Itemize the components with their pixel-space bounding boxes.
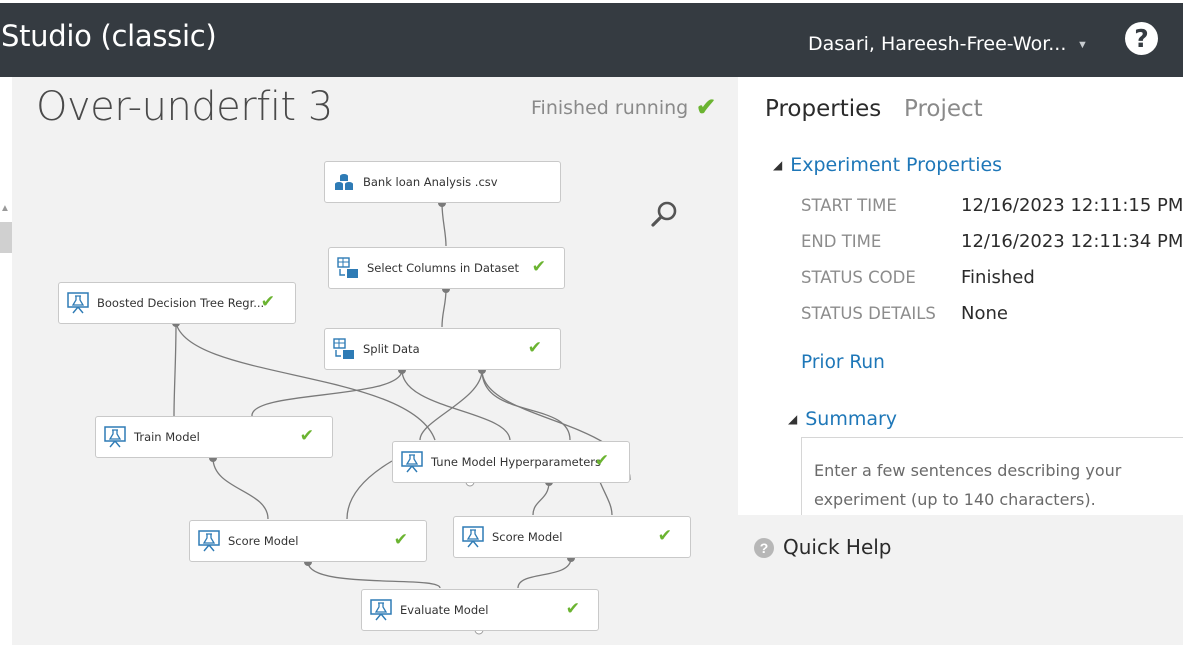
module-label: Train Model: [134, 430, 200, 444]
module-evaluate-model[interactable]: Evaluate Model ✔: [361, 589, 599, 631]
experiment-title[interactable]: Over-underfit 3: [36, 84, 333, 130]
left-palette-strip: [0, 77, 12, 645]
section-experiment-properties[interactable]: ◢ Experiment Properties: [773, 154, 1002, 176]
module-label: Score Model: [492, 530, 563, 544]
dataset-icon: [335, 174, 353, 190]
check-icon: ✔: [696, 94, 717, 121]
collapse-triangle-icon: ◢: [788, 412, 798, 426]
flask-icon: [401, 451, 423, 473]
module-split-data[interactable]: Split Data ✔: [324, 328, 561, 370]
section-summary[interactable]: ◢ Summary: [788, 408, 897, 430]
module-label: Boosted Decision Tree Regr...: [97, 296, 265, 310]
summary-textarea[interactable]: Enter a few sentences describing your ex…: [801, 437, 1183, 527]
quick-help-label[interactable]: Quick Help: [783, 535, 892, 559]
check-icon: ✔: [527, 338, 542, 358]
module-label: Evaluate Model: [400, 603, 489, 617]
prop-key-status-details: STATUS DETAILS: [801, 304, 936, 323]
check-icon: ✔: [531, 257, 546, 277]
section-title: Summary: [805, 408, 898, 430]
module-boosted-decision-tree[interactable]: Boosted Decision Tree Regr... ✔: [58, 282, 296, 324]
flask-icon: [198, 530, 220, 552]
module-label: Select Columns in Dataset: [367, 261, 519, 275]
check-icon: ✔: [299, 426, 314, 446]
collapse-triangle-icon: ◢: [773, 158, 783, 172]
module-score-model-left[interactable]: Score Model ✔: [189, 520, 427, 562]
prop-value-start-time: 12/16/2023 12:11:15 PM: [961, 195, 1183, 216]
prop-value-end-time: 12/16/2023 12:11:34 PM: [961, 231, 1183, 252]
module-score-model-right[interactable]: Score Model ✔: [453, 516, 691, 558]
check-icon: ✔: [393, 530, 408, 550]
prop-key-start-time: START TIME: [801, 196, 897, 215]
prop-key-end-time: END TIME: [801, 232, 882, 251]
prop-value-status-code: Finished: [961, 267, 1035, 288]
tab-properties[interactable]: Properties: [765, 96, 881, 122]
workspace-selector[interactable]: Dasari, Hareesh-Free-Wor...: [808, 33, 1066, 55]
module-label: Score Model: [228, 534, 299, 548]
module-bank-loan-dataset[interactable]: Bank loan Analysis .csv: [324, 161, 561, 203]
check-icon: ✔: [594, 451, 609, 471]
palette-scroll-handle[interactable]: [0, 222, 12, 253]
tab-project[interactable]: Project: [904, 96, 983, 122]
help-circle-icon: ?: [754, 538, 774, 558]
module-train-model[interactable]: Train Model ✔: [95, 416, 333, 458]
flask-icon: [67, 292, 89, 314]
data-transform-icon: [333, 338, 354, 359]
flask-icon: [462, 526, 484, 548]
module-label: Tune Model Hyperparameters: [431, 455, 602, 469]
module-label: Split Data: [363, 342, 420, 356]
section-title: Experiment Properties: [790, 154, 1003, 176]
chevron-down-icon[interactable]: ▼: [1077, 39, 1088, 51]
prop-key-status-code: STATUS CODE: [801, 268, 916, 287]
check-icon: ✔: [657, 526, 672, 546]
check-icon: ✔: [565, 599, 580, 619]
search-icon[interactable]: [648, 198, 680, 230]
check-icon: ✔: [260, 292, 275, 312]
flask-icon: [104, 426, 126, 448]
flask-icon: [370, 599, 392, 621]
module-select-columns[interactable]: Select Columns in Dataset ✔: [328, 247, 565, 289]
run-status: Finished running: [531, 97, 689, 119]
help-icon[interactable]: ?: [1125, 22, 1158, 55]
data-transform-icon: [337, 257, 358, 278]
module-tune-model-hyperparameters[interactable]: Tune Model Hyperparameters ✔: [392, 441, 630, 483]
prior-run-link[interactable]: Prior Run: [801, 352, 885, 373]
app-title: Studio (classic): [1, 19, 217, 53]
prop-value-status-details: None: [961, 303, 1008, 324]
collapse-arrow-icon[interactable]: ▲: [0, 203, 10, 214]
module-label: Bank loan Analysis .csv: [363, 175, 498, 189]
